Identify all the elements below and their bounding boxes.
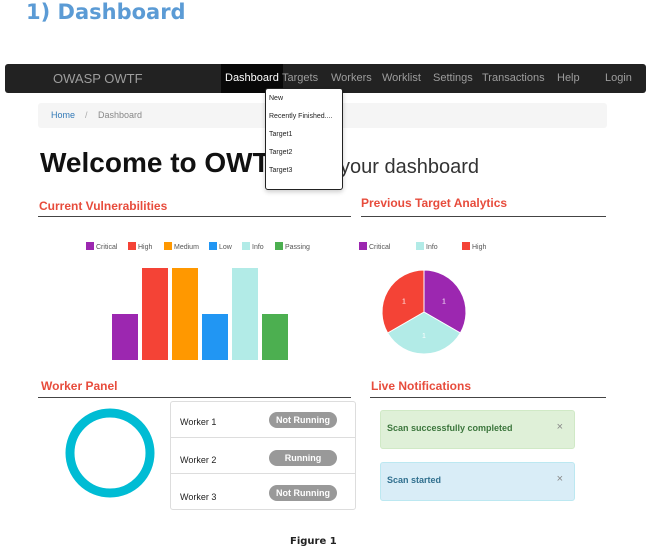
worker-status-badge[interactable]: Running (269, 450, 337, 466)
brand-logo[interactable]: OWASP OWTF (53, 71, 143, 86)
breadcrumb-separator: / (85, 110, 88, 120)
worker-list: Worker 1 Not Running Worker 2 Running Wo… (170, 401, 356, 510)
legend-label: Passing (285, 244, 310, 251)
legend-swatch (242, 242, 250, 250)
legend-label: Info (252, 244, 264, 251)
page-subtitle: your dashboard (340, 156, 479, 178)
worker-status-badge[interactable]: Not Running (269, 412, 337, 428)
worker-row: Worker 1 Not Running (171, 402, 355, 438)
legend-info: Info (242, 242, 264, 251)
worker-name: Worker 3 (180, 492, 217, 502)
legend-low: Low (209, 242, 232, 251)
worker-row: Worker 3 Not Running (171, 474, 355, 509)
dropdown-item-new[interactable]: New (269, 95, 283, 102)
nav-help[interactable]: Help (557, 64, 580, 93)
current-vulnerabilities-title: Current Vulnerabilities (39, 199, 168, 213)
bar-critical (112, 314, 138, 360)
legend-high: High (462, 242, 486, 251)
legend-label: Medium (174, 244, 199, 251)
pie-data-label: 1 (422, 333, 426, 340)
legend-label: High (472, 244, 487, 251)
pie-data-label: 1 (402, 298, 406, 305)
legend-swatch (128, 242, 136, 250)
legend-label: Critical (96, 244, 118, 251)
legend-info: Info (416, 242, 438, 251)
legend-swatch (462, 242, 470, 250)
nav-settings[interactable]: Settings (433, 64, 473, 93)
legend-swatch (164, 242, 172, 250)
target-analytics-pie-chart: 1 1 1 (381, 269, 467, 355)
ring-arc (65, 408, 155, 498)
divider (38, 397, 351, 398)
legend-passing: Passing (275, 242, 310, 251)
alert-success: Scan successfully completed × (380, 410, 575, 449)
alert-text: Scan started (387, 475, 442, 485)
close-icon[interactable]: × (557, 473, 563, 485)
legend-high: High (128, 242, 152, 251)
document-heading: 1) Dashboard (26, 0, 186, 24)
page-title: Welcome to OWTF (40, 147, 287, 178)
legend-label: Low (219, 244, 232, 251)
worker-name: Worker 2 (180, 455, 217, 465)
alert-text: Scan successfully completed (387, 423, 513, 433)
bar-medium (172, 268, 198, 360)
alert-info: Scan started × (380, 462, 575, 501)
dropdown-item-target2[interactable]: Target2 (269, 149, 292, 156)
breadcrumb-current: Dashboard (98, 110, 143, 120)
divider (38, 216, 351, 217)
legend-swatch (359, 242, 367, 250)
dropdown-item-recently-finished[interactable]: Recently Finished.... (269, 113, 332, 120)
breadcrumb-home-link[interactable]: Home (51, 110, 75, 120)
legend-label: Critical (369, 244, 391, 251)
worker-status-ring (65, 408, 155, 498)
legend-medium: Medium (164, 242, 199, 251)
legend-swatch (275, 242, 283, 250)
legend-swatch (209, 242, 217, 250)
bar-low (202, 314, 228, 360)
live-notifications-title: Live Notifications (371, 379, 472, 393)
legend-label: Info (426, 244, 438, 251)
legend-critical: Critical (359, 242, 390, 251)
divider (361, 216, 606, 217)
dropdown-item-target1[interactable]: Target1 (269, 131, 292, 138)
dropdown-item-target3[interactable]: Target3 (269, 167, 292, 174)
previous-target-analytics-title: Previous Target Analytics (361, 196, 508, 210)
worker-row: Worker 2 Running (171, 438, 355, 474)
nav-login[interactable]: Login (605, 64, 632, 93)
bar-info (232, 268, 258, 360)
divider (370, 397, 606, 398)
legend-critical: Critical (86, 242, 117, 251)
worker-status-badge[interactable]: Not Running (269, 485, 337, 501)
legend-swatch (86, 242, 94, 250)
figure-caption: Figure 1 (290, 536, 337, 547)
pie-data-label: 1 (442, 298, 446, 305)
close-icon[interactable]: × (557, 421, 563, 433)
worker-panel-title: Worker Panel (41, 379, 118, 393)
legend-label: High (138, 244, 153, 251)
nav-worklist[interactable]: Worklist (382, 64, 421, 93)
legend-swatch (416, 242, 424, 250)
bar-passing (262, 314, 288, 360)
worker-name: Worker 1 (180, 417, 217, 427)
nav-transactions[interactable]: Transactions (482, 64, 545, 93)
targets-dropdown-menu: New Recently Finished.... Target1 Target… (265, 88, 343, 190)
bar-high (142, 268, 168, 360)
